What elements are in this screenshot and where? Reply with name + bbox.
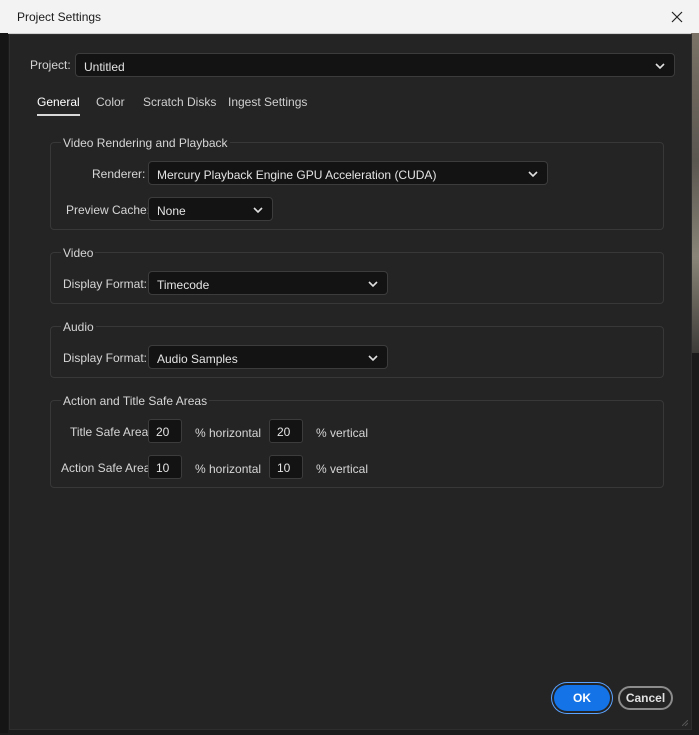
- safe-areas-title: Action and Title Safe Areas: [61, 394, 210, 408]
- renderer-select-value: Mercury Playback Engine GPU Acceleration…: [157, 168, 437, 182]
- background-app-strip: [691, 33, 699, 353]
- video-display-format-label: Display Format:: [63, 277, 148, 291]
- resize-grip-icon[interactable]: [682, 720, 688, 726]
- renderer-select[interactable]: Mercury Playback Engine GPU Acceleration…: [148, 161, 548, 185]
- audio-display-format-select[interactable]: Audio Samples: [148, 345, 388, 369]
- title-safe-label: Title Safe Area: [70, 425, 149, 439]
- title-safe-horizontal-input[interactable]: 20: [148, 419, 182, 443]
- close-button[interactable]: [655, 0, 699, 33]
- chevron-down-icon: [368, 281, 378, 288]
- title-bar: Project Settings: [0, 0, 699, 34]
- preview-cache-select-value: None: [157, 204, 186, 218]
- title-safe-vertical-input[interactable]: 20: [269, 419, 303, 443]
- project-settings-dialog: Project: Untitled General Color Scratch …: [9, 34, 692, 730]
- preview-cache-select[interactable]: None: [148, 197, 273, 221]
- project-select-value: Untitled: [84, 60, 125, 74]
- action-safe-horizontal-input[interactable]: 10: [148, 455, 182, 479]
- cancel-button[interactable]: Cancel: [618, 686, 673, 710]
- chevron-down-icon: [528, 171, 538, 178]
- video-display-format-value: Timecode: [157, 278, 210, 292]
- preview-cache-label: Preview Cache:: [66, 203, 151, 217]
- chevron-down-icon: [253, 207, 263, 214]
- tab-scratch-disks[interactable]: Scratch Disks: [143, 95, 216, 109]
- chevron-down-icon: [368, 355, 378, 362]
- title-safe-horizontal-label: % horizontal: [195, 426, 262, 440]
- close-icon: [671, 11, 683, 22]
- video-display-format-select[interactable]: Timecode: [148, 271, 388, 295]
- audio-display-format-label: Display Format:: [63, 351, 148, 365]
- action-safe-vertical-label: % vertical: [316, 462, 369, 476]
- chevron-down-icon: [655, 63, 665, 70]
- audio-title: Audio: [61, 320, 96, 334]
- action-safe-horizontal-label: % horizontal: [195, 462, 262, 476]
- video-rendering-title: Video Rendering and Playback: [61, 136, 230, 150]
- audio-display-format-value: Audio Samples: [157, 352, 238, 366]
- window-title: Project Settings: [17, 10, 102, 24]
- ok-button[interactable]: OK: [554, 685, 610, 711]
- tab-ingest-settings[interactable]: Ingest Settings: [228, 95, 307, 109]
- project-select[interactable]: Untitled: [75, 53, 675, 77]
- video-title: Video: [61, 246, 96, 260]
- action-safe-vertical-input[interactable]: 10: [269, 455, 303, 479]
- tab-color[interactable]: Color: [96, 95, 125, 109]
- action-safe-label: Action Safe Area: [61, 461, 151, 475]
- tab-general[interactable]: General: [37, 95, 80, 116]
- title-safe-vertical-label: % vertical: [316, 426, 369, 440]
- background-app-edge: [0, 33, 8, 733]
- renderer-label: Renderer:: [92, 167, 146, 181]
- project-label: Project:: [30, 58, 71, 72]
